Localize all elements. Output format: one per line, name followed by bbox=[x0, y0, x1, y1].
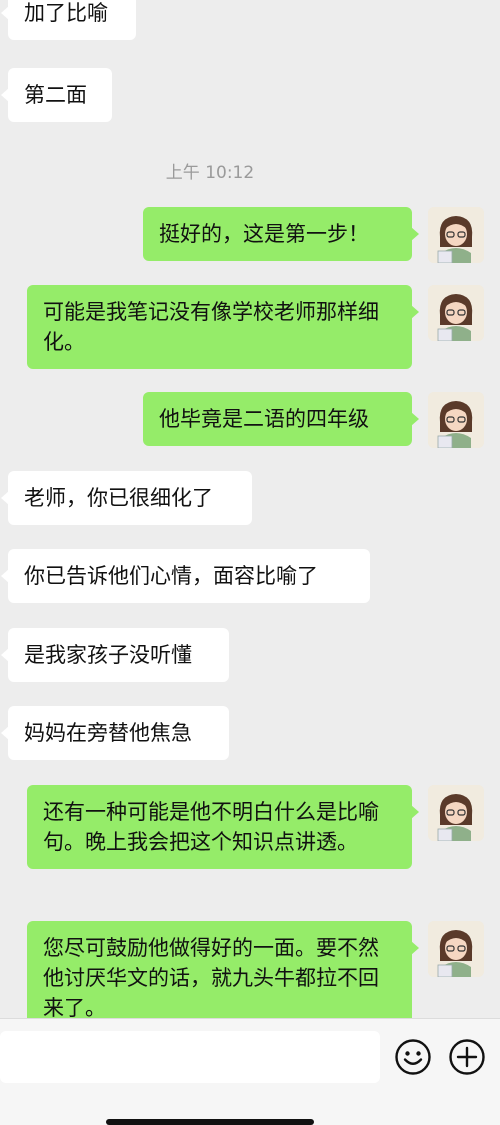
message-text: 他毕竟是二语的四年级 bbox=[159, 407, 369, 431]
message-text: 是我家孩子没听懂 bbox=[24, 643, 192, 667]
plus-icon bbox=[449, 1039, 485, 1075]
home-indicator bbox=[106, 1119, 314, 1125]
message-bubble-incoming[interactable]: 老师，你已很细化了 bbox=[1, 471, 252, 525]
message-input[interactable] bbox=[0, 1031, 380, 1083]
teacher-avatar-icon bbox=[428, 785, 484, 841]
message-bubble-outgoing[interactable]: 他毕竟是二语的四年级 bbox=[143, 392, 419, 446]
message-text: 挺好的，这是第一步！ bbox=[159, 222, 369, 246]
more-button[interactable] bbox=[448, 1038, 486, 1076]
message-timestamp: 上午 10:12 bbox=[165, 163, 255, 183]
message-text: 你已告诉他们心情，面容比喻了 bbox=[24, 564, 318, 588]
message-text: 还有一种可能是他不明白什么是比喻句。晚上我会把这个知识点讲透。 bbox=[43, 800, 379, 854]
message-bubble-incoming[interactable]: 妈妈在旁替他焦急 bbox=[1, 706, 229, 760]
message-bubble-incoming[interactable]: 你已告诉他们心情，面容比喻了 bbox=[1, 549, 370, 603]
message-bubble-outgoing[interactable]: 您尽可鼓励他做得好的一面。要不然他讨厌华文的话，就九头牛都拉不回来了。 bbox=[27, 921, 419, 1018]
teacher-avatar-icon bbox=[428, 207, 484, 263]
message-text: 老师，你已很细化了 bbox=[24, 486, 213, 510]
teacher-avatar-icon bbox=[428, 285, 484, 341]
input-bar bbox=[0, 1018, 500, 1125]
message-bubble-incoming[interactable]: 加了比喻 bbox=[1, 0, 136, 40]
emoji-button[interactable] bbox=[394, 1038, 432, 1076]
message-text: 加了比喻 bbox=[24, 1, 108, 25]
message-bubble-outgoing[interactable]: 可能是我笔记没有像学校老师那样细化。 bbox=[27, 285, 419, 369]
avatar[interactable] bbox=[428, 285, 484, 341]
avatar[interactable] bbox=[428, 392, 484, 448]
message-bubble-outgoing[interactable]: 还有一种可能是他不明白什么是比喻句。晚上我会把这个知识点讲透。 bbox=[27, 785, 419, 869]
teacher-avatar-icon bbox=[428, 392, 484, 448]
emoji-icon bbox=[395, 1039, 431, 1075]
message-bubble-incoming[interactable]: 第二面 bbox=[1, 68, 112, 122]
message-bubble-incoming[interactable]: 是我家孩子没听懂 bbox=[1, 628, 229, 682]
chat-area[interactable]: 加了比喻 第二面 上午 10:12 挺好的，这是第一步！ 可能是我笔记没有像学校… bbox=[0, 0, 500, 1018]
avatar[interactable] bbox=[428, 785, 484, 841]
message-text: 第二面 bbox=[24, 83, 87, 107]
message-text: 妈妈在旁替他焦急 bbox=[24, 721, 192, 745]
avatar[interactable] bbox=[428, 921, 484, 977]
message-text: 可能是我笔记没有像学校老师那样细化。 bbox=[43, 300, 379, 354]
avatar[interactable] bbox=[428, 207, 484, 263]
teacher-avatar-icon bbox=[428, 921, 484, 977]
message-text: 您尽可鼓励他做得好的一面。要不然他讨厌华文的话，就九头牛都拉不回来了。 bbox=[43, 936, 379, 1018]
message-bubble-outgoing[interactable]: 挺好的，这是第一步！ bbox=[143, 207, 419, 261]
